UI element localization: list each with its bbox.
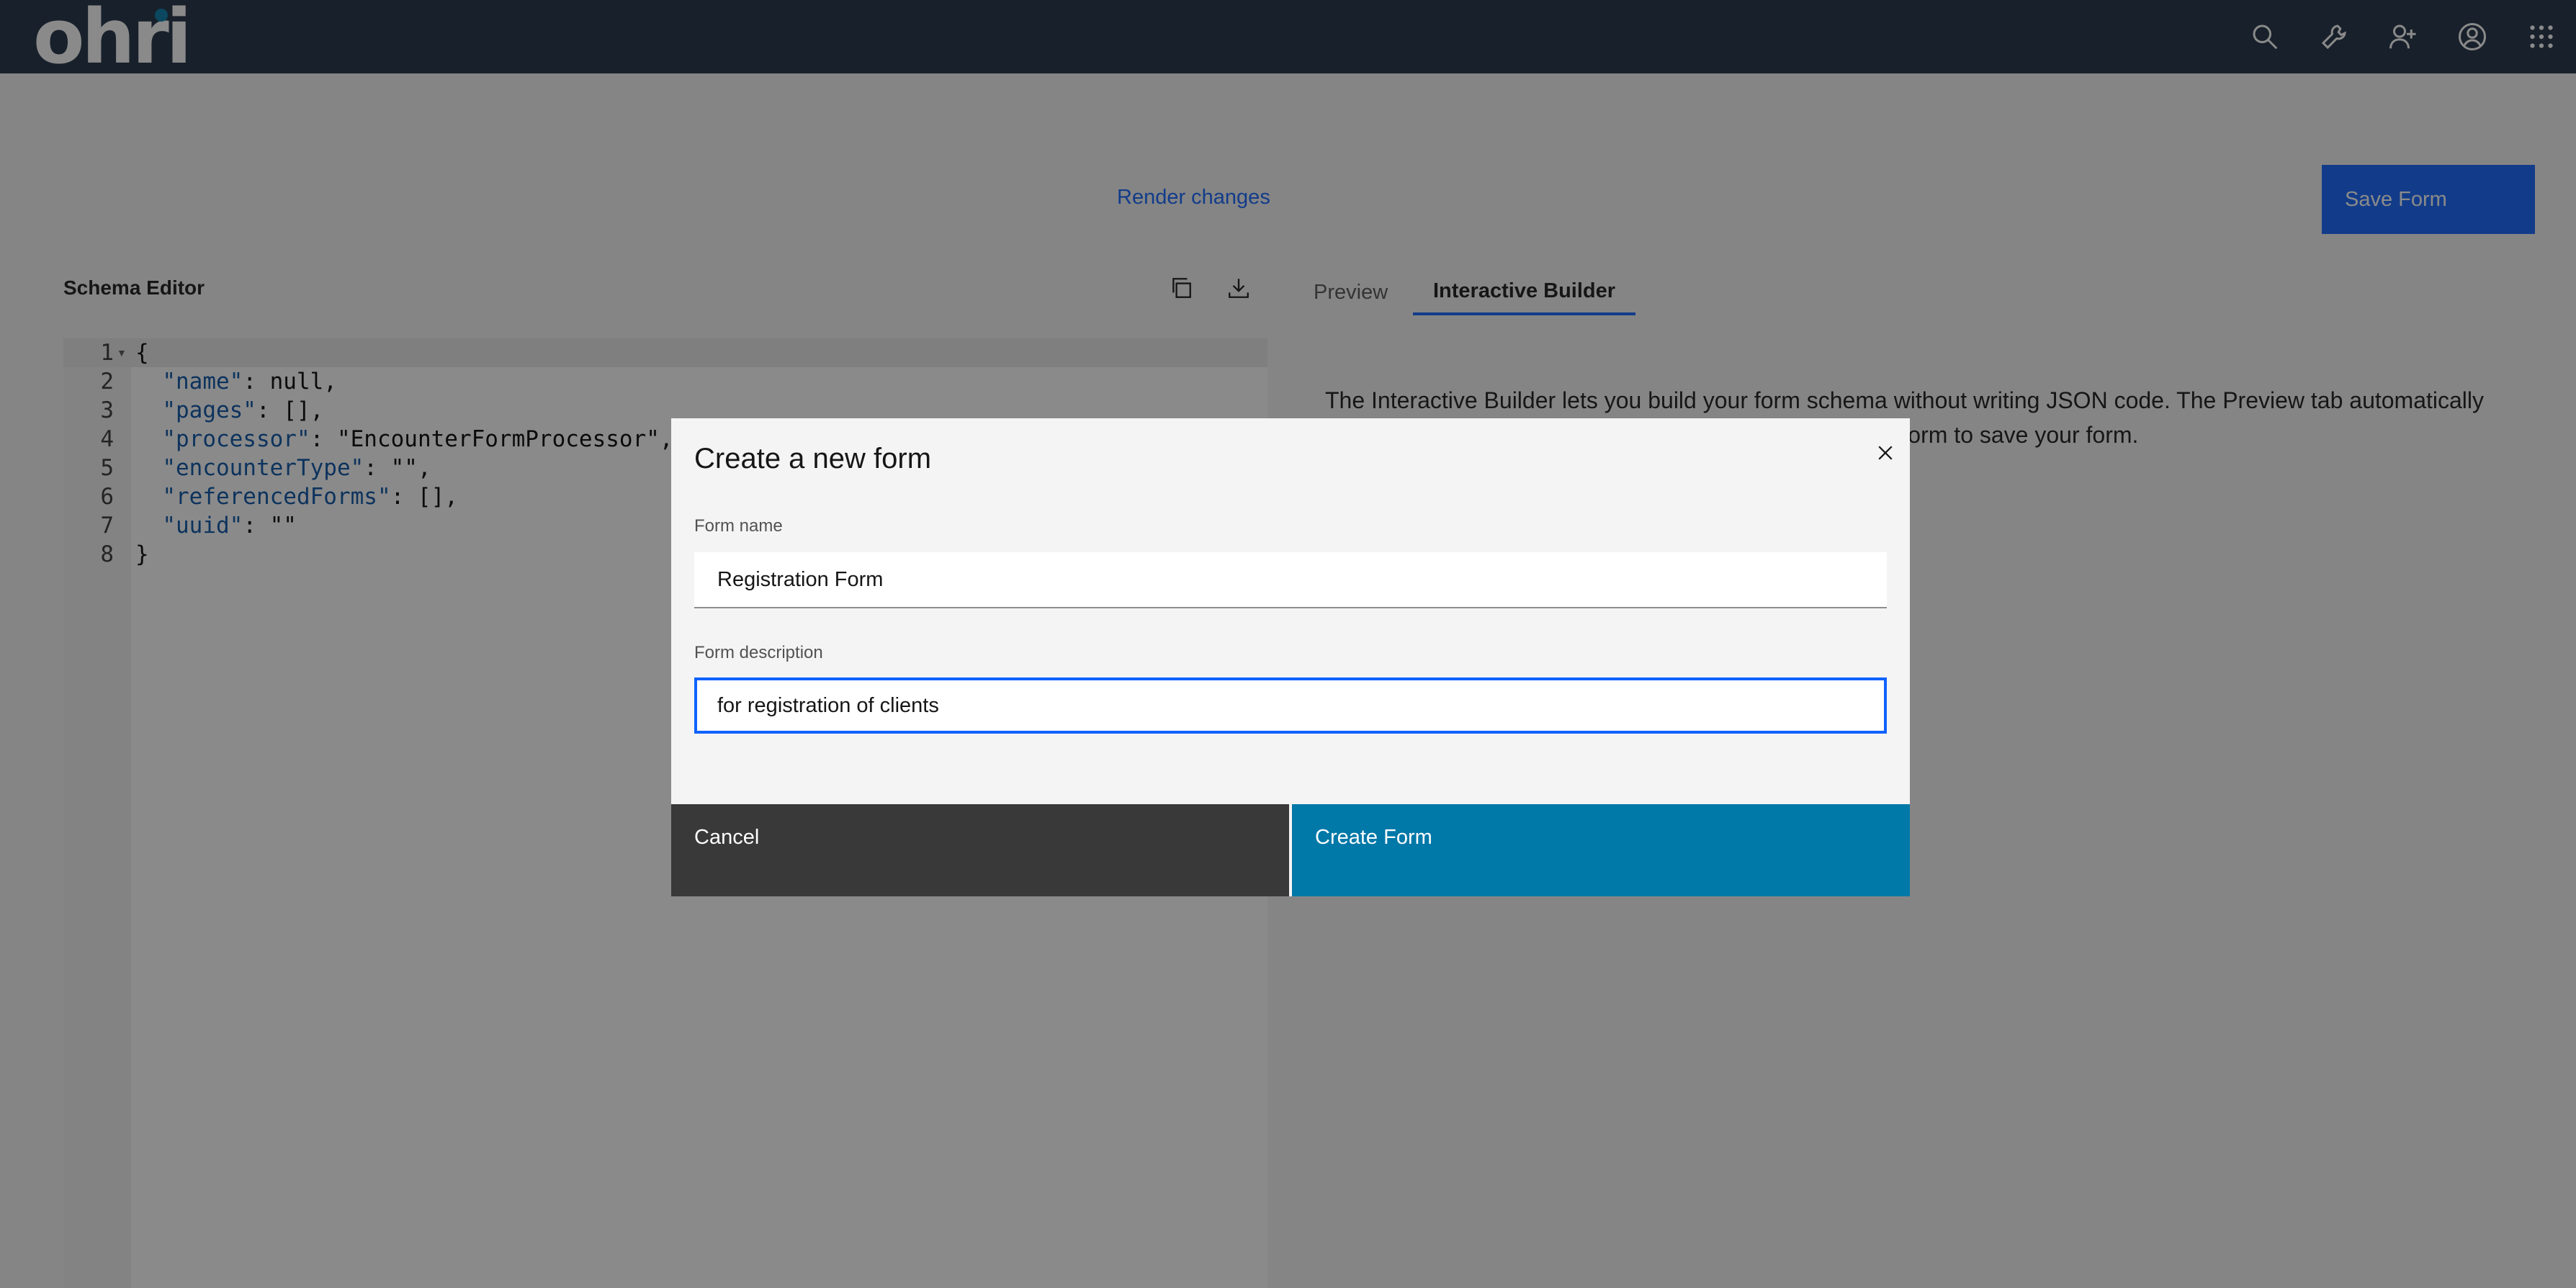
create-form-button[interactable]: Create Form — [1292, 804, 1910, 896]
form-name-label: Form name — [694, 516, 783, 536]
form-description-label: Form description — [694, 643, 823, 662]
close-icon[interactable] — [1870, 437, 1901, 469]
app-root: ohri Render changes — [0, 0, 2576, 1288]
form-name-input[interactable] — [694, 552, 1887, 608]
modal-title: Create a new form — [694, 443, 932, 474]
form-description-input[interactable] — [694, 677, 1887, 734]
cancel-button[interactable]: Cancel — [671, 804, 1289, 896]
modal-footer: Cancel Create Form — [671, 804, 1910, 896]
create-form-modal: Create a new form Form name Form descrip… — [671, 418, 1910, 896]
